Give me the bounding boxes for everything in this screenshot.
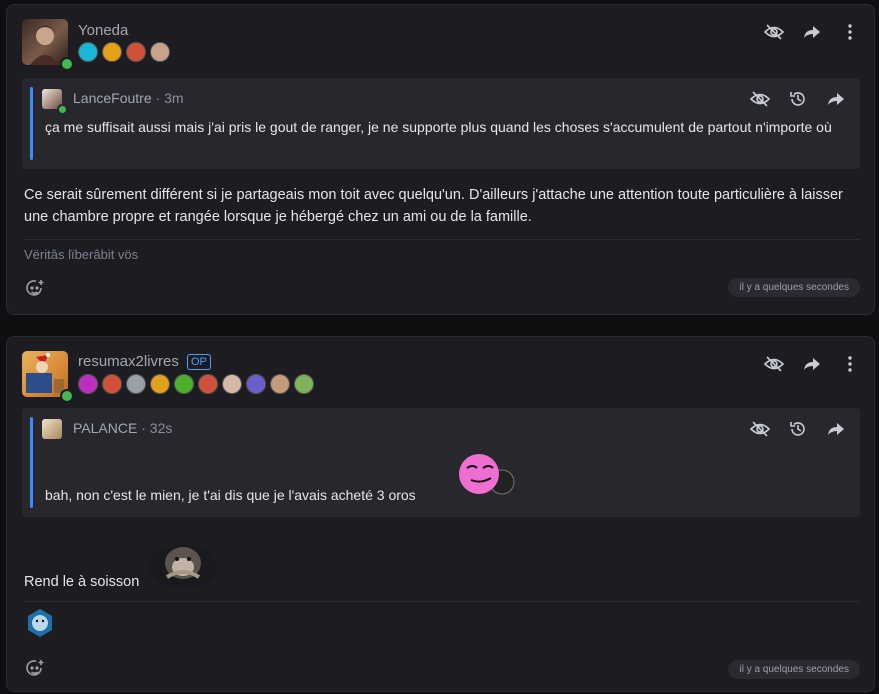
post-signature: Vëritâs lïberâbit vös [24,247,139,262]
badge-icon[interactable] [102,42,122,62]
add-reaction-icon[interactable] [24,278,46,300]
eye-slash-icon[interactable] [750,420,770,438]
username: resumax2livres [78,353,179,370]
badge-icon[interactable] [78,374,98,394]
username-link[interactable]: resumax2livres [78,353,179,370]
kebab-icon[interactable] [840,23,860,41]
online-status-dot [60,389,74,403]
post-actions [764,355,860,373]
quote-actions [750,90,846,108]
quote-bar [30,87,33,160]
post-actions [764,23,860,41]
kebab-icon[interactable] [840,355,860,373]
quote-text: ça me suffisait aussi mais j'ai pris le … [45,119,832,135]
quote-time: 32s [149,420,173,436]
history-icon[interactable] [788,90,808,108]
share-arrow-icon[interactable] [826,90,846,108]
badge-icon[interactable] [150,42,170,62]
online-status-dot [60,57,74,71]
badge-list [78,42,170,62]
eye-slash-icon[interactable] [764,355,784,373]
quote-author[interactable]: PALANCE [73,420,137,436]
post-body: Ce serait sûrement différent si je parta… [24,187,843,225]
online-status-dot [57,104,68,115]
badge-icon[interactable] [78,42,98,62]
badge-icon[interactable] [102,374,122,394]
badge-icon[interactable] [198,374,218,394]
share-arrow-icon[interactable] [802,23,822,41]
post-card: resumax2livres OP PALANCE · 32s bah, non… [6,336,875,692]
quote-text: bah, non c'est le mien, je t'ai dis que … [45,487,416,503]
share-arrow-icon[interactable] [826,420,846,438]
badge-icon[interactable] [294,374,314,394]
quote-author-avatar[interactable] [42,419,62,439]
badge-list [78,374,314,394]
quoted-message: LanceFoutre · 3m ça me suffisait aussi m… [22,78,860,169]
badge-icon[interactable] [222,374,242,394]
badge-icon[interactable] [126,374,146,394]
eye-slash-icon[interactable] [764,23,784,41]
add-reaction-icon[interactable] [24,658,46,680]
badge-icon[interactable] [270,374,290,394]
quote-time: 3m [164,90,184,106]
divider [24,239,860,240]
op-badge: OP [187,354,211,370]
quote-separator: · [155,90,165,106]
post-card: Yoneda LanceFoutre · 3m ça me suffisait … [6,4,875,315]
history-icon[interactable] [788,420,808,438]
username[interactable]: Yoneda [78,22,128,39]
quote-header: PALANCE · 32s [73,420,172,436]
eye-slash-icon[interactable] [750,90,770,108]
badge-icon[interactable] [174,374,194,394]
share-arrow-icon[interactable] [802,355,822,373]
quote-separator: · [141,420,150,436]
badge-icon[interactable] [246,374,266,394]
badge-icon[interactable] [150,374,170,394]
post-body: Rend le à soisson [24,574,140,590]
timestamp-pill: il y a quelques secondes [728,660,860,679]
quote-author[interactable]: LanceFoutre [73,90,152,106]
badge-icon[interactable] [126,42,146,62]
quote-actions [750,420,846,438]
reaction-seal-icon[interactable] [25,608,55,638]
quote-bar [30,417,33,508]
quote-header: LanceFoutre · 3m [73,90,184,106]
pink-smirk-sticker [457,452,515,503]
timestamp-pill: il y a quelques secondes [728,278,860,297]
divider [24,601,860,602]
quoted-message: PALANCE · 32s bah, non c'est le mien, je… [22,408,860,517]
